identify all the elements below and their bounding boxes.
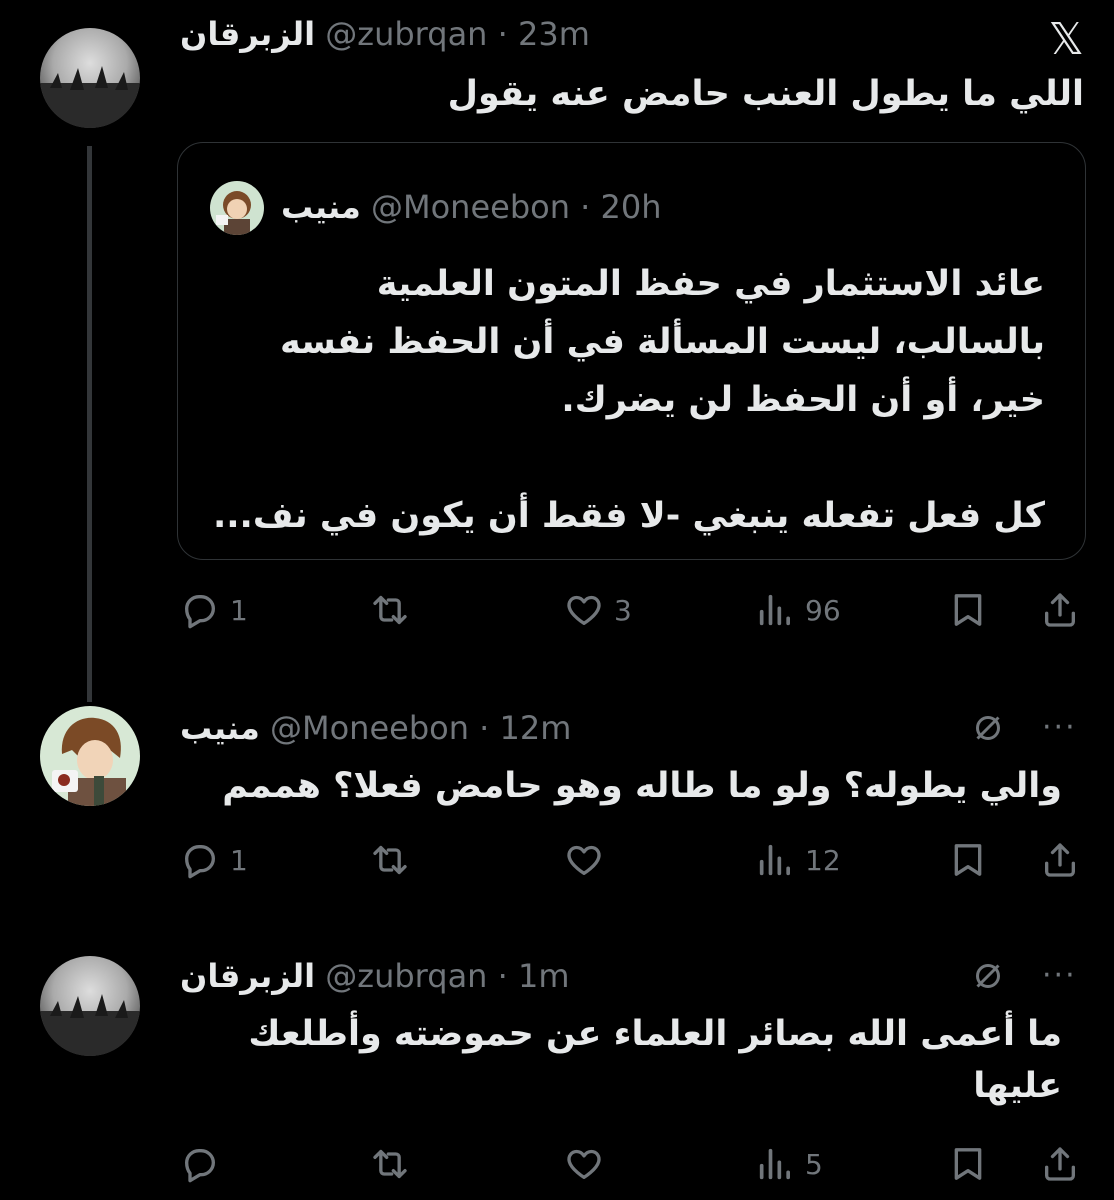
tweet-top-actions: ··· [970, 710, 1077, 746]
tweet-top-actions: ··· [970, 958, 1077, 994]
avatar[interactable] [40, 956, 140, 1056]
thread-line [87, 146, 92, 702]
bookmark-button[interactable] [948, 1144, 988, 1184]
repost-icon [370, 1144, 410, 1184]
views-button[interactable]: 5 [755, 1144, 823, 1184]
tweet-header: منيب @Moneebon · 12m [180, 708, 571, 748]
share-button[interactable] [1040, 1144, 1080, 1184]
share-button[interactable] [1040, 590, 1080, 630]
bookmark-icon [948, 840, 988, 880]
x-logo-icon: 𝕏 [1048, 14, 1084, 65]
tweet-header: الزبرقان @zubrqan · 23m [180, 14, 590, 54]
display-name[interactable]: الزبرقان [180, 957, 315, 995]
views-count: 12 [805, 843, 841, 877]
share-icon [1040, 840, 1080, 880]
display-name[interactable]: الزبرقان [180, 15, 315, 53]
views-button[interactable]: 12 [755, 840, 841, 880]
reply-count: 1 [230, 843, 248, 877]
reply-icon [180, 1144, 220, 1184]
views-count: 96 [805, 593, 841, 627]
repost-icon [370, 590, 410, 630]
views-button[interactable]: 96 [755, 590, 841, 630]
more-icon[interactable]: ··· [1042, 961, 1077, 991]
grok-icon[interactable] [970, 710, 1006, 746]
reply-icon [180, 590, 220, 630]
bookmark-button[interactable] [948, 590, 988, 630]
bookmark-icon [948, 1144, 988, 1184]
quoted-tweet[interactable]: منيب @Moneebon · 20h عائد الاستثمار في ح… [177, 142, 1086, 560]
like-icon [564, 1144, 604, 1184]
like-icon [564, 590, 604, 630]
share-button[interactable] [1040, 840, 1080, 880]
quote-text: عائد الاستثمار في حفظ المتون العلمية بال… [212, 264, 1045, 536]
views-icon [755, 840, 795, 880]
like-button[interactable] [564, 840, 614, 880]
reply-button[interactable] [180, 1144, 230, 1184]
repost-button[interactable] [370, 840, 420, 880]
repost-icon [370, 840, 410, 880]
like-count: 3 [614, 593, 632, 627]
separator: · [479, 709, 490, 747]
user-handle[interactable]: @Moneebon [371, 188, 570, 226]
separator: · [497, 957, 508, 995]
like-button[interactable]: 3 [564, 590, 632, 630]
avatar[interactable] [40, 28, 140, 128]
grok-icon[interactable] [970, 958, 1006, 994]
tweet-text: والي يطوله؟ ولو ما طاله وهو حامض فعلا؟ ه… [222, 766, 1062, 806]
repost-button[interactable] [370, 590, 420, 630]
more-icon[interactable]: ··· [1042, 713, 1077, 743]
separator: · [497, 15, 508, 53]
user-handle[interactable]: @Moneebon [270, 709, 469, 747]
avatar[interactable] [40, 706, 140, 806]
tweet-header: الزبرقان @zubrqan · 1m [180, 956, 570, 996]
reply-icon [180, 840, 220, 880]
timestamp[interactable]: 23m [518, 15, 590, 53]
bookmark-button[interactable] [948, 840, 988, 880]
tweet-text: اللي ما يطول العنب حامض عنه يقول [447, 74, 1084, 114]
timestamp[interactable]: 1m [518, 957, 570, 995]
views-count: 5 [805, 1147, 823, 1181]
share-icon [1040, 590, 1080, 630]
avatar[interactable] [210, 181, 264, 235]
display-name[interactable]: منيب [180, 709, 260, 747]
quote-header: منيب @Moneebon · 20h [281, 187, 662, 227]
bookmark-icon [948, 590, 988, 630]
timestamp[interactable]: 12m [500, 709, 572, 747]
share-icon [1040, 1144, 1080, 1184]
like-icon [564, 840, 604, 880]
timestamp[interactable]: 20h [601, 188, 662, 226]
separator: · [580, 188, 591, 226]
user-handle[interactable]: @zubrqan [325, 957, 487, 995]
reply-button[interactable]: 1 [180, 840, 248, 880]
like-button[interactable] [564, 1144, 614, 1184]
user-handle[interactable]: @zubrqan [325, 15, 487, 53]
tweet-text: ما أعمى الله بصائر العلماء عن حموضته وأط… [248, 1014, 1062, 1106]
display-name[interactable]: منيب [281, 188, 361, 226]
repost-button[interactable] [370, 1144, 420, 1184]
views-icon [755, 590, 795, 630]
reply-button[interactable]: 1 [180, 590, 248, 630]
reply-count: 1 [230, 593, 248, 627]
views-icon [755, 1144, 795, 1184]
